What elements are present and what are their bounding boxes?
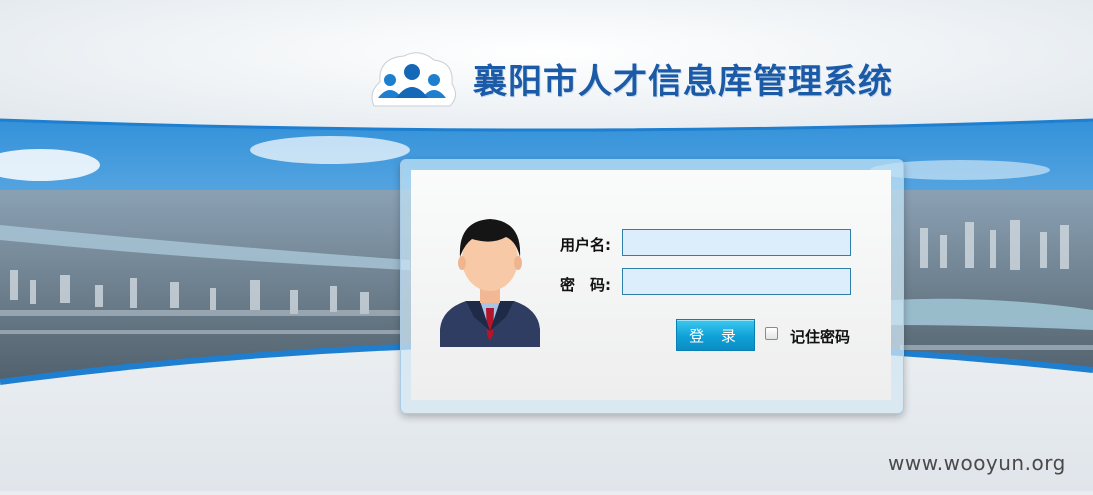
watermark: www.wooyun.org (888, 451, 1066, 475)
username-input[interactable] (622, 229, 851, 256)
login-button[interactable]: 登 录 (676, 319, 755, 351)
people-group-icon (371, 52, 456, 107)
username-label: 用户名: (560, 236, 611, 254)
footer-text (0, 484, 1093, 495)
password-input[interactable] (622, 268, 851, 295)
user-avatar-icon (440, 219, 540, 347)
remember-password-checkbox[interactable] (765, 327, 778, 340)
password-label: 密 码: (560, 276, 611, 294)
page-title: 襄阳市人才信息库管理系统 (473, 62, 893, 102)
remember-password-label: 记住密码 (790, 328, 851, 346)
